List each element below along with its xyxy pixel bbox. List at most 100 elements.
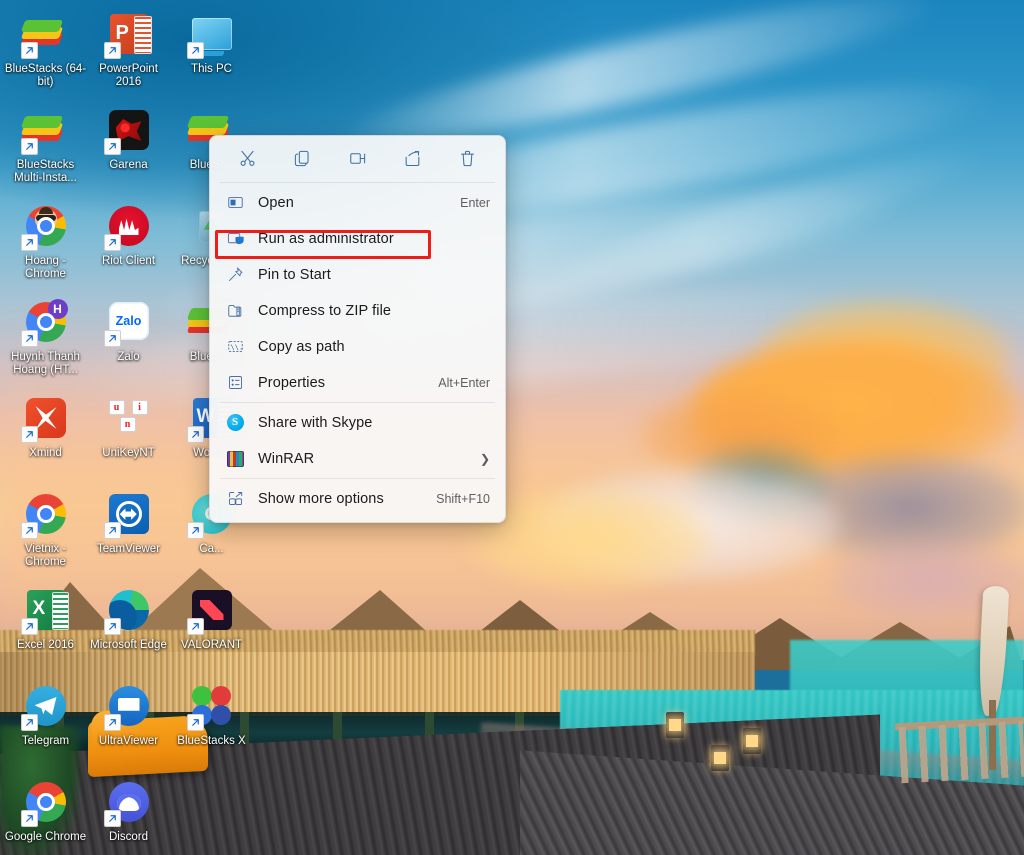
desktop-icon-valorant[interactable]: VALORANT: [170, 584, 253, 680]
shortcut-arrow-icon: [186, 522, 204, 539]
menu-item-label: Run as administrator: [258, 230, 394, 247]
desktop-icon-ultraviewer[interactable]: UltraViewer: [87, 680, 170, 776]
shortcut-arrow-icon: [103, 234, 121, 251]
icon-graphic: H: [20, 299, 69, 347]
shortcut-arrow-icon: [103, 810, 121, 827]
menu-item-open[interactable]: Open Enter: [215, 185, 500, 220]
menu-item-label: Open: [258, 194, 294, 211]
desktop-icon-this-pc[interactable]: This PC: [170, 8, 253, 104]
desktop-icon-vietnix-chrome[interactable]: Vietnix - Chrome: [4, 488, 87, 584]
icon-graphic: [20, 396, 69, 443]
icon-graphic: [20, 780, 69, 827]
rename-icon[interactable]: [340, 142, 376, 174]
menu-item-copy-as-path[interactable]: \\.. Copy as path: [215, 329, 500, 364]
icon-graphic: [20, 492, 69, 539]
icon-graphic: [186, 588, 235, 635]
menu-item-label: Share with Skype: [258, 414, 373, 431]
desktop-icon-riot-client[interactable]: Riot Client: [87, 200, 170, 296]
menu-item-pin-to-start[interactable]: Pin to Start: [215, 257, 500, 292]
desktop-icon-label: Vietnix - Chrome: [24, 543, 67, 568]
desktop-icon-huynh-thanh-hoang-ht[interactable]: H Huynh Thanh Hoang (HT...: [4, 296, 87, 392]
desktop-icon-label: BlueStacks (64-bit): [4, 63, 87, 88]
skype-icon: S: [224, 412, 246, 434]
icon-graphic: [20, 588, 69, 635]
desktop-icon-label: Excel 2016: [17, 639, 74, 651]
desktop-icon-label: Zalo: [117, 351, 140, 363]
desktop-icon-excel-2016[interactable]: Excel 2016: [4, 584, 87, 680]
context-menu-items[interactable]: Open Enter Run as administrator Pin to Star…: [210, 185, 505, 516]
desktop-icon-label: Garena: [109, 159, 148, 171]
menu-item-show-more-options[interactable]: Show more options Shift+F10: [215, 481, 500, 516]
icon-graphic: [103, 780, 152, 827]
icon-graphic: [20, 204, 69, 251]
icon-graphic: uin: [106, 396, 152, 442]
shortcut-arrow-icon: [20, 42, 38, 59]
icon-graphic: [103, 12, 152, 59]
desktop-icon-powerpoint-2016[interactable]: PowerPoint 2016: [87, 8, 170, 104]
desktop-icon-label: Huynh Thanh Hoang (HT...: [11, 351, 80, 376]
desktop-icon-discord[interactable]: Discord: [87, 776, 170, 855]
menu-item-shortcut: Alt+Enter: [438, 375, 490, 390]
icon-graphic: [186, 12, 235, 59]
menu-item-share-with-skype[interactable]: S Share with Skype: [215, 405, 500, 440]
shortcut-arrow-icon: [186, 426, 204, 443]
file-context-menu[interactable]: Open Enter Run as administrator Pin to Star…: [209, 135, 506, 523]
desktop-icon-teamviewer[interactable]: TeamViewer: [87, 488, 170, 584]
menu-item-label: Show more options: [258, 490, 384, 507]
delete-icon[interactable]: [450, 142, 486, 174]
more-options-icon: [224, 488, 246, 510]
shortcut-arrow-icon: [103, 618, 121, 635]
shortcut-arrow-icon: [20, 714, 38, 731]
menu-item-compress-to-zip-file[interactable]: Compress to ZIP file: [215, 293, 500, 328]
menu-divider: [220, 478, 495, 479]
winrar-icon: [224, 448, 246, 470]
desktop-icon-google-chrome[interactable]: Google Chrome: [4, 776, 87, 855]
desktop-icon-hoang-chrome[interactable]: Hoang - Chrome: [4, 200, 87, 296]
windows-desktop: BlueStacks (64-bit) PowerPoint 2016 This P…: [0, 0, 1024, 855]
desktop-icon-label: VALORANT: [180, 639, 243, 651]
shortcut-arrow-icon: [103, 522, 121, 539]
desktop-icon-label: BlueStacks Multi-Insta...: [14, 159, 77, 184]
shortcut-arrow-icon: [20, 138, 38, 155]
menu-item-shortcut: Enter: [460, 195, 490, 210]
desktop-icon-microsoft-edge[interactable]: Microsoft Edge: [87, 584, 170, 680]
properties-icon: [224, 372, 246, 394]
icon-graphic: [103, 588, 152, 635]
desktop-icon-label: Hoang - Chrome: [25, 255, 66, 280]
menu-item-label: WinRAR: [258, 450, 315, 467]
desktop-icon-label: Xmind: [29, 447, 62, 459]
context-menu-toolbar[interactable]: [210, 136, 505, 180]
menu-item-label: Pin to Start: [258, 266, 331, 283]
shortcut-arrow-icon: [103, 138, 121, 155]
icon-graphic: [20, 12, 69, 59]
cut-icon[interactable]: [230, 142, 266, 174]
share-icon[interactable]: [395, 142, 431, 174]
desktop-icon-xmind[interactable]: Xmind: [4, 392, 87, 488]
desktop-icon-label: Telegram: [21, 735, 70, 747]
icon-graphic: [103, 108, 152, 155]
desktop-icon-garena[interactable]: Garena: [87, 104, 170, 200]
menu-item-shortcut: Shift+F10: [436, 491, 490, 506]
unikey-icon: uin: [108, 398, 150, 438]
winrar-icon: [226, 450, 244, 467]
desktop-icon-label: UniKeyNT: [102, 447, 155, 459]
copy-icon[interactable]: [285, 142, 321, 174]
svg-text:\\..: \\..: [230, 342, 243, 351]
desktop-icon-bluestacks-multi-insta[interactable]: BlueStacks Multi-Insta...: [4, 104, 87, 200]
menu-item-properties[interactable]: Properties Alt+Enter: [215, 365, 500, 400]
menu-item-run-as-administrator[interactable]: Run as administrator: [215, 221, 500, 256]
desktop-icon-label: Google Chrome: [4, 831, 87, 843]
desktop-icon-bluestacks-x[interactable]: BlueStacks X: [170, 680, 253, 776]
icon-graphic: [20, 684, 69, 731]
desktop-icon-label: PowerPoint 2016: [99, 63, 158, 88]
shortcut-arrow-icon: [20, 426, 38, 443]
desktop-icon-zalo[interactable]: Zalo: [87, 296, 170, 392]
desktop-icon-bluestacks-64-bit[interactable]: BlueStacks (64-bit): [4, 8, 87, 104]
desktop-icon-label: Discord: [109, 831, 148, 843]
desktop-icon-label: Ca...: [199, 543, 224, 555]
desktop-icon-unikeynt[interactable]: u i n UniKeyNT: [87, 392, 170, 488]
menu-item-winrar[interactable]: WinRAR ❯: [215, 441, 500, 476]
menu-divider-top: [220, 182, 495, 183]
desktop-icon-telegram[interactable]: Telegram: [4, 680, 87, 776]
shortcut-arrow-icon: [20, 618, 38, 635]
